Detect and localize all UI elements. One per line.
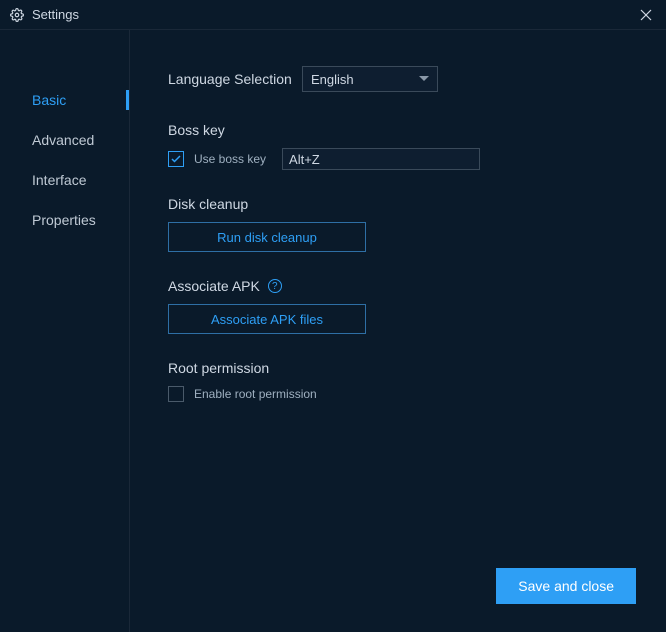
root-title: Root permission	[168, 360, 636, 376]
sidebar-item-basic[interactable]: Basic	[0, 80, 129, 120]
bosskey-title: Boss key	[168, 122, 636, 138]
sidebar-item-label: Advanced	[32, 132, 94, 148]
sidebar-item-properties[interactable]: Properties	[0, 200, 129, 240]
sidebar-item-label: Interface	[32, 172, 86, 188]
button-label: Associate APK files	[211, 312, 323, 327]
close-icon	[640, 9, 652, 21]
disk-title: Disk cleanup	[168, 196, 636, 212]
chevron-down-icon	[419, 76, 429, 82]
language-label: Language Selection	[168, 71, 302, 87]
content-area: Basic Advanced Interface Properties Lang…	[0, 30, 666, 632]
save-and-close-button[interactable]: Save and close	[496, 568, 636, 604]
bosskey-row: Use boss key	[168, 148, 636, 170]
close-button[interactable]	[636, 5, 656, 25]
apk-title: Associate APK	[168, 278, 260, 294]
sidebar-item-label: Properties	[32, 212, 96, 228]
language-row: Language Selection English	[168, 66, 636, 92]
window-title: Settings	[32, 7, 636, 22]
language-dropdown[interactable]: English	[302, 66, 438, 92]
button-label: Save and close	[518, 578, 614, 594]
sidebar-item-advanced[interactable]: Advanced	[0, 120, 129, 160]
apk-title-row: Associate APK ?	[168, 278, 636, 294]
check-icon	[171, 155, 181, 163]
bosskey-checkbox-label: Use boss key	[194, 152, 266, 166]
titlebar: Settings	[0, 0, 666, 30]
help-icon[interactable]: ?	[268, 279, 282, 293]
run-disk-cleanup-button[interactable]: Run disk cleanup	[168, 222, 366, 252]
gear-icon	[10, 8, 24, 22]
root-checkbox-label: Enable root permission	[194, 387, 317, 401]
sidebar: Basic Advanced Interface Properties	[0, 30, 130, 632]
language-value: English	[311, 72, 354, 87]
root-checkbox[interactable]	[168, 386, 184, 402]
bosskey-checkbox[interactable]	[168, 151, 184, 167]
button-label: Run disk cleanup	[217, 230, 317, 245]
root-row: Enable root permission	[168, 386, 636, 402]
sidebar-item-interface[interactable]: Interface	[0, 160, 129, 200]
associate-apk-button[interactable]: Associate APK files	[168, 304, 366, 334]
sidebar-item-label: Basic	[32, 92, 66, 108]
main-panel: Language Selection English Boss key Use …	[130, 30, 666, 632]
bosskey-shortcut-input[interactable]	[282, 148, 480, 170]
